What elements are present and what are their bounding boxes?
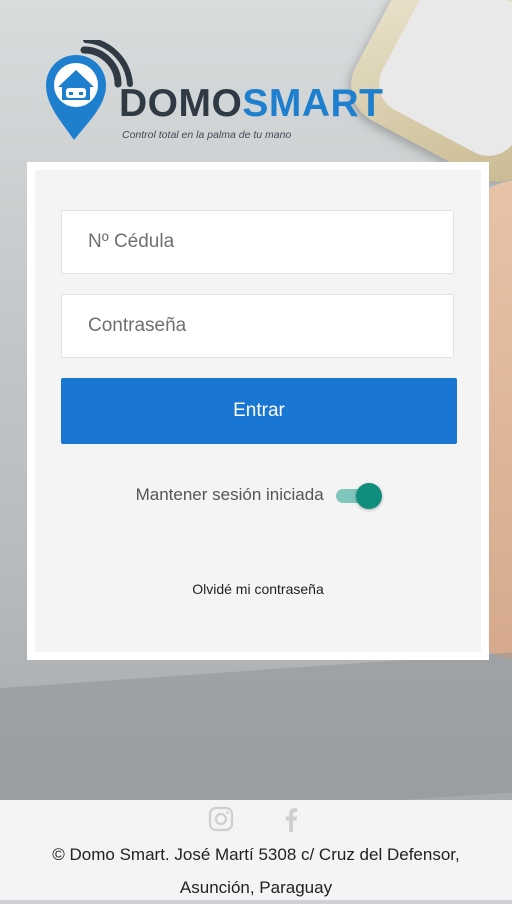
login-form: Entrar Mantener sesión iniciada Olvidé m… — [35, 170, 481, 652]
brand-name-part2: SMART — [242, 82, 384, 125]
background-laptop — [0, 650, 512, 800]
brand-name-part1: DOMO — [119, 82, 243, 125]
password-field[interactable] — [61, 294, 454, 358]
facebook-icon[interactable] — [278, 806, 304, 832]
cedula-field[interactable] — [61, 210, 454, 274]
footer: © Domo Smart. José Martí 5308 c/ Cruz de… — [0, 800, 512, 900]
toggle-knob[interactable] — [356, 483, 383, 509]
keep-session-label: Mantener sesión iniciada — [135, 485, 324, 504]
forgot-password-link[interactable]: Olvidé mi contraseña — [35, 581, 481, 597]
address-line-2: Asunción, Paraguay — [179, 878, 333, 897]
login-card: Entrar Mantener sesión iniciada Olvidé m… — [27, 162, 489, 660]
instagram-icon[interactable] — [208, 806, 234, 832]
brand-tagline: Control total en la palma de tu mano — [122, 129, 292, 141]
keep-session-toggle[interactable] — [334, 482, 383, 509]
address-line-1: © Domo Smart. José Martí 5308 c/ Cruz de… — [52, 845, 460, 864]
social-links — [0, 806, 512, 832]
footer-address: © Domo Smart. José Martí 5308 c/ Cruz de… — [0, 838, 512, 904]
brand-logo: DOMOSMART Control total en la palma de t… — [44, 40, 383, 150]
brand-name: DOMOSMART — [119, 84, 383, 123]
keep-session-row: Mantener sesión iniciada — [35, 482, 481, 509]
login-button[interactable]: Entrar — [61, 378, 457, 444]
cedula-input[interactable] — [62, 211, 453, 273]
password-input[interactable] — [62, 295, 453, 357]
